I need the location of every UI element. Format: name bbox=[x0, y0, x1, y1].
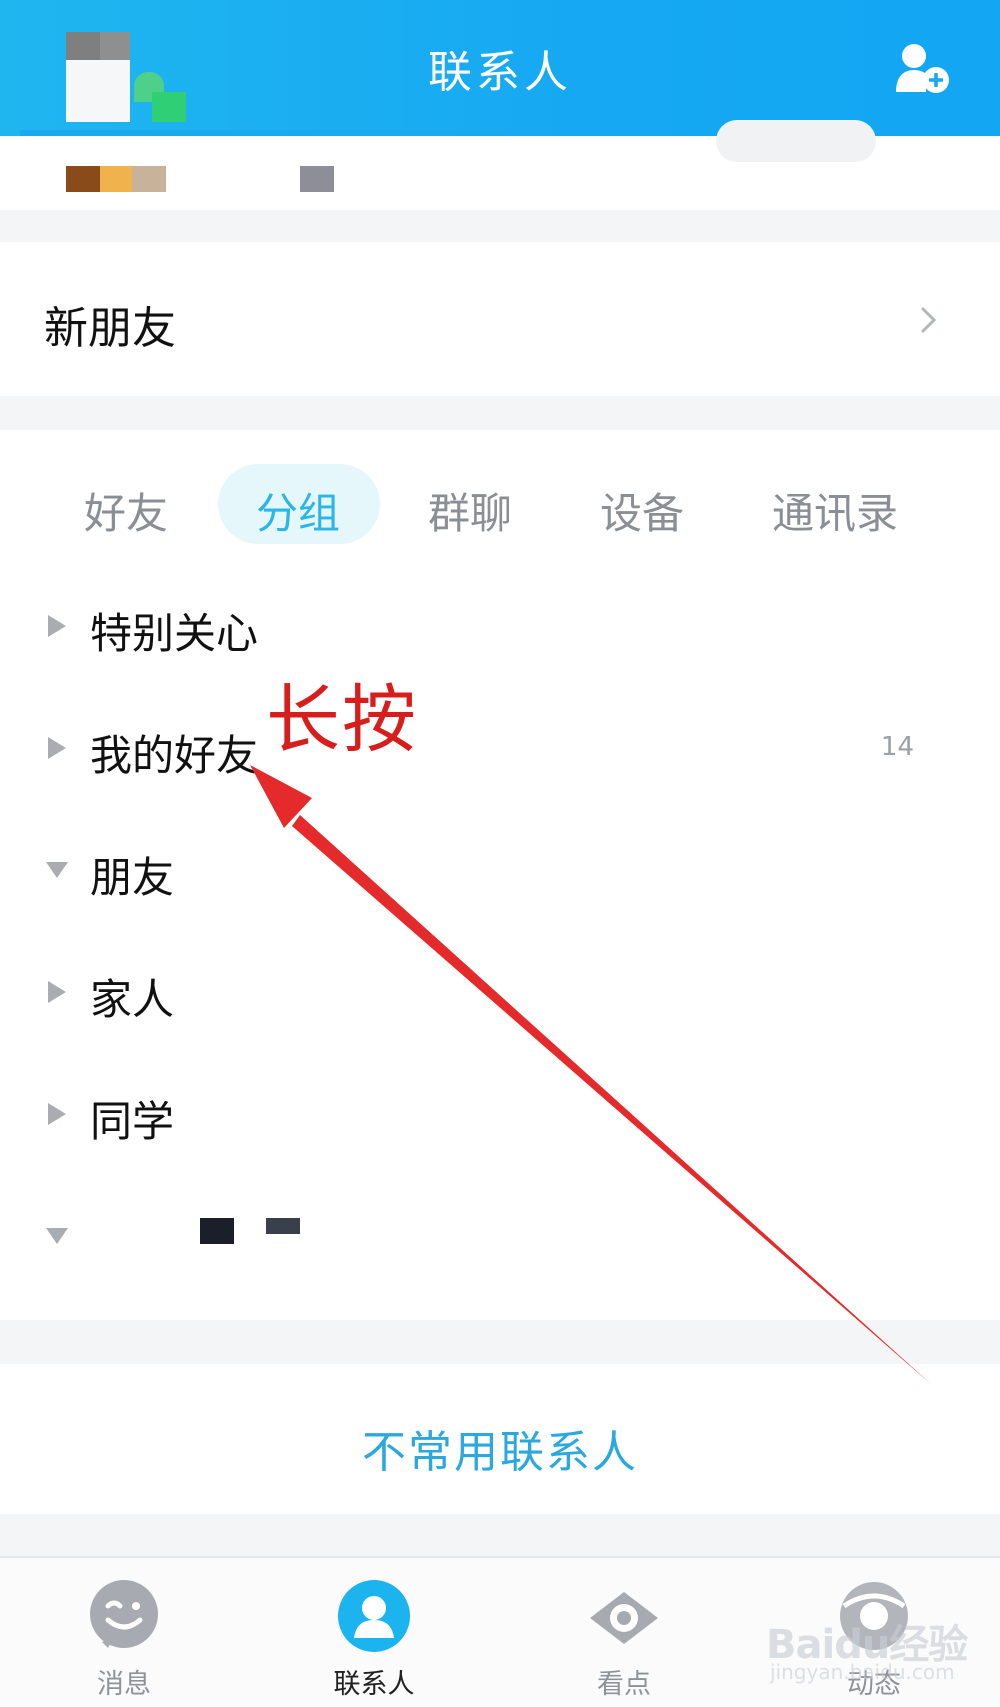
nav-label: 联系人 bbox=[333, 1669, 415, 1700]
collapsed-arrow-icon bbox=[48, 981, 66, 1003]
group-row-my-friends[interactable]: 我的好友 14 bbox=[0, 702, 1000, 802]
tab-friends[interactable]: 好友 bbox=[84, 480, 168, 541]
tab-groups[interactable]: 分组 bbox=[256, 480, 340, 541]
group-row-classmates[interactable]: 同学 bbox=[0, 1068, 1000, 1168]
contact-tabs: 好友 分组 群聊 设备 通讯录 bbox=[0, 430, 1000, 544]
expanded-arrow-icon bbox=[46, 1228, 68, 1244]
watch-icon bbox=[590, 1592, 658, 1644]
nav-label: 看点 bbox=[597, 1669, 651, 1700]
contacts-icon bbox=[338, 1580, 410, 1652]
tab-devices[interactable]: 设备 bbox=[600, 480, 684, 541]
section-divider bbox=[0, 210, 1000, 242]
header-bar: 联系人 bbox=[0, 0, 1000, 136]
group-name: 朋友 bbox=[90, 853, 175, 902]
group-row-special-care[interactable]: 特别关心 bbox=[0, 580, 1000, 680]
collapsed-arrow-icon bbox=[48, 1103, 66, 1125]
nav-contacts[interactable]: 联系人 bbox=[274, 1558, 474, 1707]
tab-group-chats[interactable]: 群聊 bbox=[428, 480, 512, 541]
nav-label: 消息 bbox=[97, 1669, 151, 1700]
group-name: 我的好友 bbox=[90, 731, 259, 780]
watermark-url: jingyan.baidu.com bbox=[770, 1660, 955, 1684]
redaction-block bbox=[200, 1218, 234, 1244]
new-friends-label: 新朋友 bbox=[44, 303, 176, 354]
infrequent-contacts-label: 不常用联系人 bbox=[362, 1427, 638, 1478]
collapsed-arrow-icon bbox=[48, 615, 66, 637]
message-icon bbox=[90, 1580, 158, 1648]
group-count: 14 bbox=[880, 732, 914, 762]
infrequent-contacts-row[interactable]: 不常用联系人 bbox=[0, 1364, 1000, 1514]
new-friends-row[interactable]: 新朋友 bbox=[0, 242, 1000, 396]
group-row-redacted[interactable] bbox=[0, 1190, 1000, 1290]
group-name: 同学 bbox=[90, 1097, 175, 1146]
collapsed-arrow-icon bbox=[48, 737, 66, 759]
section-divider bbox=[0, 1514, 1000, 1556]
section-divider bbox=[0, 396, 1000, 430]
profile-pill[interactable] bbox=[716, 120, 876, 162]
group-row-friends[interactable]: 朋友 bbox=[0, 824, 1000, 924]
annotation-label: 长按 bbox=[266, 677, 418, 763]
nav-watch[interactable]: 看点 bbox=[524, 1558, 724, 1707]
group-row-family[interactable]: 家人 bbox=[0, 946, 1000, 1046]
chevron-right-icon bbox=[920, 306, 937, 334]
group-name: 家人 bbox=[90, 975, 175, 1024]
expanded-arrow-icon bbox=[46, 862, 68, 878]
section-divider bbox=[0, 1320, 1000, 1364]
redaction-block bbox=[266, 1218, 300, 1234]
add-contact-icon[interactable] bbox=[892, 40, 952, 96]
group-name: 特别关心 bbox=[90, 609, 259, 658]
group-list: 特别关心 我的好友 14 朋友 家人 同学 bbox=[0, 580, 1000, 1320]
nav-messages[interactable]: 消息 bbox=[24, 1558, 224, 1707]
page-title: 联系人 bbox=[428, 47, 572, 98]
tab-address-book[interactable]: 通讯录 bbox=[772, 480, 898, 541]
